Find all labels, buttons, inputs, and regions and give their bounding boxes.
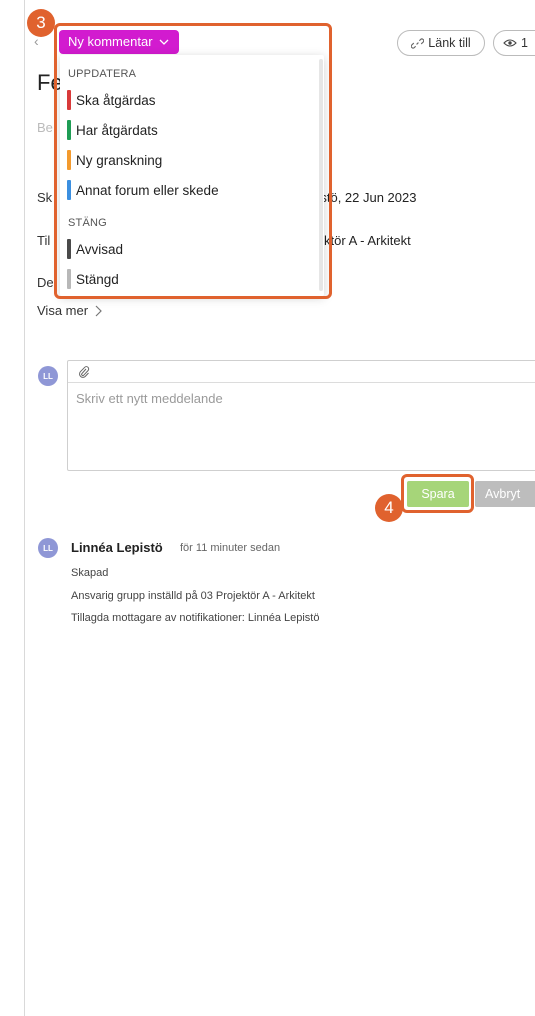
activity-line: Tillagda mottagare av notifikationer: Li… bbox=[71, 612, 320, 624]
step-badge: 4 bbox=[375, 494, 403, 522]
meta-label-assigned: Til bbox=[37, 233, 51, 248]
step-badge: 3 bbox=[27, 9, 55, 37]
callout-highlight-save bbox=[401, 474, 474, 513]
cancel-button[interactable]: Avbryt bbox=[475, 481, 535, 507]
meta-label-description: De bbox=[37, 275, 54, 290]
description-text: Be bbox=[37, 120, 53, 135]
link-to-label: Länk till bbox=[428, 36, 471, 50]
activity-line: Ansvarig grupp inställd på 03 Projektör … bbox=[71, 590, 315, 602]
link-to-button[interactable]: Länk till bbox=[397, 30, 485, 56]
eye-icon bbox=[503, 39, 517, 47]
activity-avatar: LL bbox=[38, 538, 58, 558]
panel-left-border bbox=[24, 0, 25, 1016]
link-icon bbox=[411, 37, 425, 49]
callout-highlight-dropdown bbox=[54, 23, 332, 299]
meta-label-created: Sk bbox=[37, 190, 53, 205]
watchers-count: 1 bbox=[521, 36, 528, 50]
comment-composer bbox=[67, 360, 535, 471]
message-input[interactable] bbox=[68, 383, 535, 414]
watchers-button[interactable]: 1 bbox=[493, 30, 535, 56]
activity-author: Linnéa Lepistö bbox=[71, 540, 163, 555]
show-more-link[interactable]: Visa mer bbox=[37, 303, 102, 318]
chevron-right-icon bbox=[95, 305, 102, 316]
activity-timestamp: för 11 minuter sedan bbox=[180, 542, 281, 554]
composer-toolbar bbox=[68, 361, 535, 383]
show-more-label: Visa mer bbox=[37, 303, 89, 318]
meta-value-assigned: ktör A - Arkitekt bbox=[324, 233, 411, 248]
paperclip-icon[interactable] bbox=[78, 365, 90, 378]
avatar: LL bbox=[38, 366, 58, 386]
activity-line: Skapad bbox=[71, 567, 109, 579]
